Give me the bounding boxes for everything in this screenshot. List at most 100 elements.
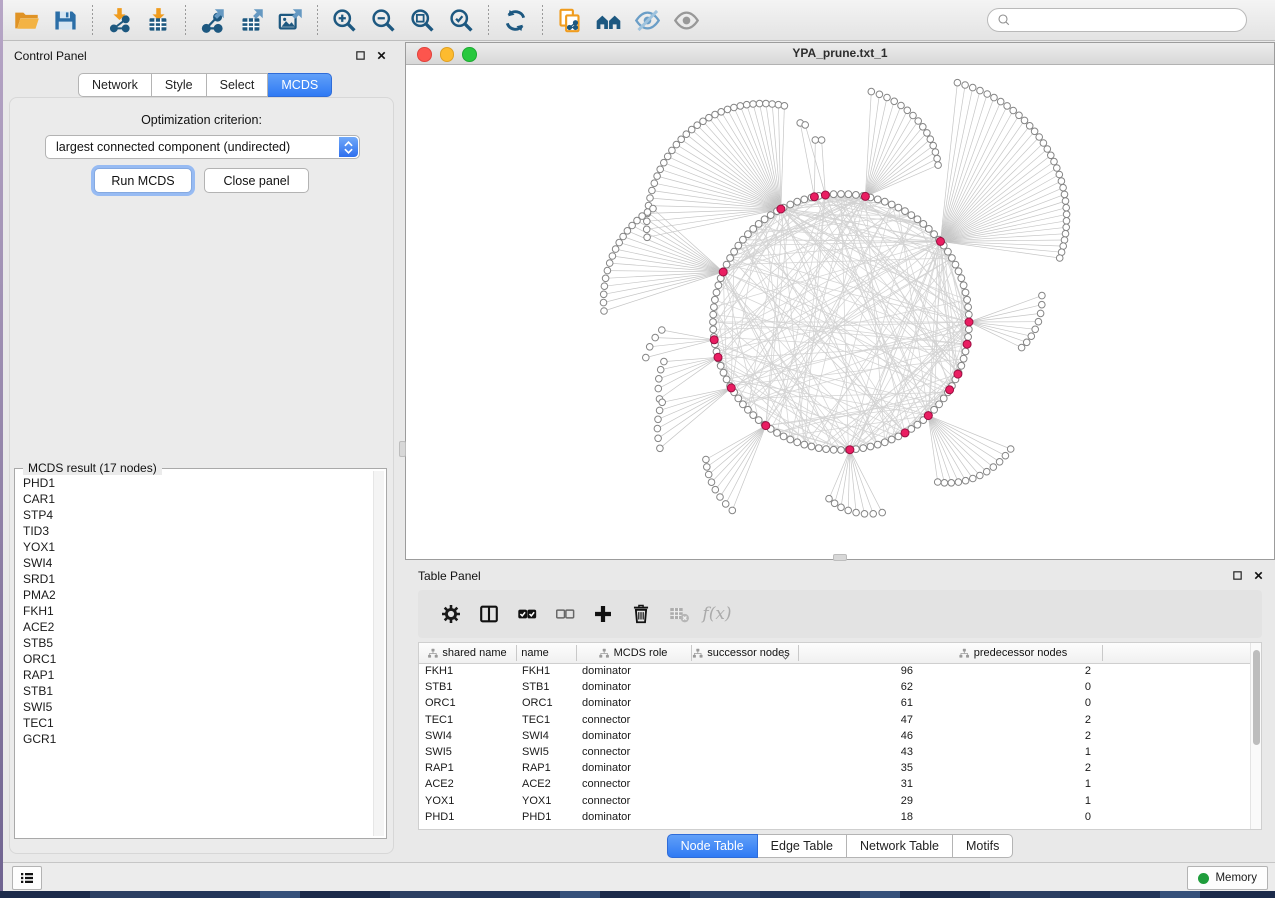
- mcds-list-item[interactable]: SRD1: [17, 571, 373, 587]
- table-cell[interactable]: dominator: [582, 762, 631, 774]
- mcds-list-item[interactable]: ACE2: [17, 619, 373, 635]
- split-panel-button[interactable]: [470, 596, 508, 632]
- mcds-list-item[interactable]: PHD1: [17, 475, 373, 491]
- table-cell[interactable]: SWI5: [522, 746, 549, 758]
- table-cell[interactable]: SWI4: [425, 730, 452, 742]
- float-panel-icon[interactable]: [1232, 570, 1243, 581]
- table-row[interactable]: ORC1ORC1dominator610: [419, 696, 1251, 712]
- show-hidden-button[interactable]: [667, 2, 706, 38]
- zoom-fit-button[interactable]: [403, 2, 442, 38]
- table-cell[interactable]: 96: [833, 665, 913, 677]
- select-all-rows-button[interactable]: [508, 596, 546, 632]
- hide-selected-button[interactable]: [628, 2, 667, 38]
- table-cell[interactable]: YOX1: [425, 795, 454, 807]
- table-cell[interactable]: PHD1: [425, 811, 454, 823]
- table-cell[interactable]: TEC1: [522, 714, 550, 726]
- clone-network-button[interactable]: [550, 2, 589, 38]
- mcds-list-item[interactable]: SWI5: [17, 699, 373, 715]
- table-cell[interactable]: 1: [1011, 795, 1091, 807]
- export-image-button[interactable]: [271, 2, 310, 38]
- table-cell[interactable]: connector: [582, 714, 630, 726]
- split-handle-horizontal[interactable]: [833, 554, 847, 561]
- table-cell[interactable]: ACE2: [522, 778, 551, 790]
- table-cell[interactable]: ACE2: [425, 778, 454, 790]
- table-cell[interactable]: connector: [582, 746, 630, 758]
- zoom-out-button[interactable]: [364, 2, 403, 38]
- tab-node-table[interactable]: Node Table: [667, 834, 758, 858]
- tab-edge-table[interactable]: Edge Table: [758, 834, 847, 858]
- mcds-list-item[interactable]: TID3: [17, 523, 373, 539]
- table-cell[interactable]: STB1: [522, 681, 550, 693]
- table-cell[interactable]: connector: [582, 795, 630, 807]
- scrollbar-thumb[interactable]: [1253, 650, 1260, 745]
- mcds-list-item[interactable]: GCR1: [17, 731, 373, 747]
- automation-panel-button[interactable]: [12, 866, 42, 890]
- close-window-icon[interactable]: [417, 47, 432, 62]
- mcds-list-item[interactable]: SWI4: [17, 555, 373, 571]
- table-cell[interactable]: dominator: [582, 730, 631, 742]
- tab-mcds[interactable]: MCDS: [268, 73, 332, 97]
- table-cell[interactable]: 1: [1011, 746, 1091, 758]
- save-session-button[interactable]: [46, 2, 85, 38]
- zoom-window-icon[interactable]: [462, 47, 477, 62]
- add-column-button[interactable]: [584, 596, 622, 632]
- table-row[interactable]: YOX1YOX1connector291: [419, 794, 1251, 810]
- table-cell[interactable]: ORC1: [425, 697, 456, 709]
- tab-motifs[interactable]: Motifs: [953, 834, 1013, 858]
- table-row[interactable]: SWI5SWI5connector431: [419, 745, 1251, 761]
- table-cell[interactable]: connector: [582, 778, 630, 790]
- split-handle-vertical[interactable]: [399, 441, 406, 457]
- mcds-list-item[interactable]: ORC1: [17, 651, 373, 667]
- tab-network-table[interactable]: Network Table: [847, 834, 953, 858]
- mcds-list-item[interactable]: STP4: [17, 507, 373, 523]
- mcds-result-list[interactable]: PHD1CAR1STP4TID3YOX1SWI4SRD1PMA2FKH1ACE2…: [17, 475, 373, 836]
- criterion-select[interactable]: largest connected component (undirected): [45, 135, 360, 159]
- table-cell[interactable]: RAP1: [522, 762, 551, 774]
- open-session-button[interactable]: [7, 2, 46, 38]
- import-table-button[interactable]: [139, 2, 178, 38]
- table-cell[interactable]: FKH1: [425, 665, 453, 677]
- column-divider[interactable]: [576, 645, 577, 661]
- close-panel-icon[interactable]: [1253, 570, 1264, 581]
- column-divider[interactable]: [1102, 645, 1103, 661]
- first-neighbors-button[interactable]: [589, 2, 628, 38]
- table-cell[interactable]: TEC1: [425, 714, 453, 726]
- table-cell[interactable]: 2: [1011, 762, 1091, 774]
- mcds-list-item[interactable]: RAP1: [17, 667, 373, 683]
- mcds-list-item[interactable]: STB1: [17, 683, 373, 699]
- table-cell[interactable]: 62: [833, 681, 913, 693]
- column-header-predecessor-nodes[interactable]: predecessor nodes: [959, 643, 1068, 663]
- table-cell[interactable]: dominator: [582, 681, 631, 693]
- network-window-titlebar[interactable]: YPA_prune.txt_1: [406, 43, 1274, 65]
- tab-style[interactable]: Style: [152, 73, 207, 97]
- table-cell[interactable]: dominator: [582, 811, 631, 823]
- table-cell[interactable]: ORC1: [522, 697, 553, 709]
- table-cell[interactable]: 31: [833, 778, 913, 790]
- column-header-successor-nodes[interactable]: successor nodes: [692, 643, 790, 663]
- deselect-all-rows-button[interactable]: [546, 596, 584, 632]
- mcds-list-item[interactable]: STB5: [17, 635, 373, 651]
- export-table-button[interactable]: [232, 2, 271, 38]
- table-cell[interactable]: 2: [1011, 714, 1091, 726]
- network-canvas[interactable]: [406, 64, 1274, 559]
- table-cell[interactable]: 2: [1011, 730, 1091, 742]
- table-row[interactable]: ACE2ACE2connector311: [419, 777, 1251, 793]
- mcds-list-item[interactable]: TEC1: [17, 715, 373, 731]
- table-cell[interactable]: 0: [1011, 811, 1091, 823]
- apply-function-button[interactable]: f(x): [698, 596, 736, 632]
- export-network-button[interactable]: [193, 2, 232, 38]
- tab-select[interactable]: Select: [207, 73, 269, 97]
- table-cell[interactable]: 46: [833, 730, 913, 742]
- column-divider[interactable]: [516, 645, 517, 661]
- table-row[interactable]: RAP1RAP1dominator352: [419, 761, 1251, 777]
- table-cell[interactable]: STB1: [425, 681, 453, 693]
- table-scrollbar[interactable]: [1250, 643, 1261, 829]
- mcds-list-item[interactable]: FKH1: [17, 603, 373, 619]
- table-cell[interactable]: dominator: [582, 697, 631, 709]
- table-cell[interactable]: 61: [833, 697, 913, 709]
- minimize-window-icon[interactable]: [440, 47, 455, 62]
- import-network-button[interactable]: [100, 2, 139, 38]
- table-row[interactable]: FKH1FKH1dominator962: [419, 664, 1251, 680]
- column-header-mcds-role[interactable]: MCDS role: [599, 643, 668, 663]
- column-divider[interactable]: [798, 645, 799, 661]
